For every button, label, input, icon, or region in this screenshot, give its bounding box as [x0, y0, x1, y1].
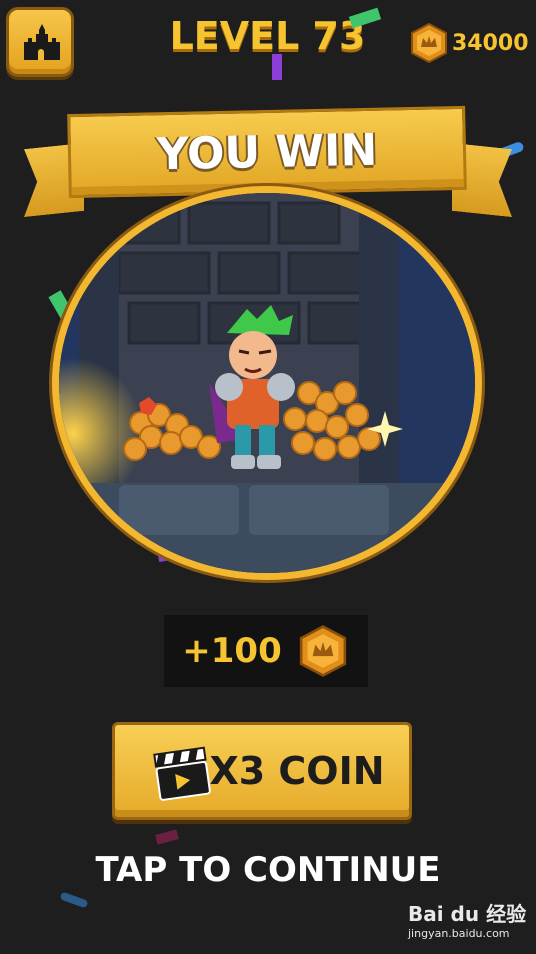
crown-coin-icon: [299, 625, 346, 677]
confetti: [59, 891, 89, 909]
reward-amount: +100: [182, 631, 282, 671]
home-button[interactable]: [6, 7, 74, 77]
x3-coin-button[interactable]: X3 COIN: [112, 722, 412, 820]
coin-balance-value: 34000: [452, 30, 529, 56]
coin-balance: 34000: [408, 22, 529, 64]
hero-treasure-illustration: [59, 193, 475, 573]
x3-coin-label: X3 COIN: [209, 749, 385, 793]
confetti: [155, 829, 179, 845]
tap-to-continue[interactable]: TAP TO CONTINUE: [0, 850, 536, 890]
victory-scene: [52, 186, 482, 580]
reward-panel: +100: [164, 615, 368, 687]
clapperboard-icon: [153, 746, 211, 801]
watermark: Bai du 经验 jingyan.baidu.com: [408, 898, 528, 944]
watermark-brand: Bai du 经验: [408, 902, 527, 926]
banner-title: YOU WIN: [156, 124, 378, 180]
confetti: [272, 54, 282, 80]
castle-icon: [24, 24, 60, 60]
watermark-url: jingyan.baidu.com: [408, 927, 510, 940]
you-win-banner: YOU WIN: [67, 105, 467, 199]
crown-coin-icon: [411, 22, 447, 64]
